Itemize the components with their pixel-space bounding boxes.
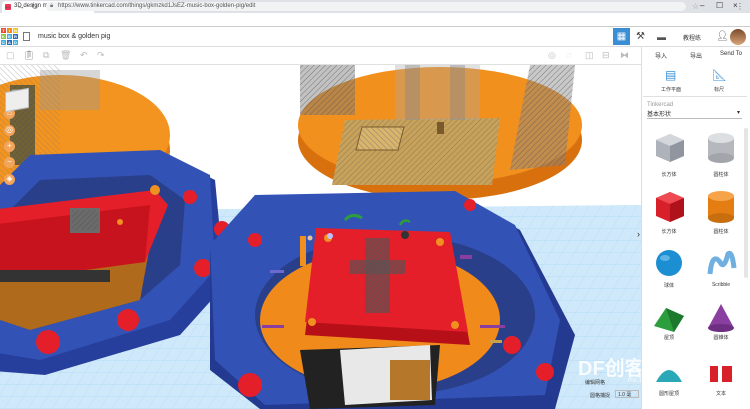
logo-letter: E <box>7 34 12 39</box>
logo-letter: N <box>13 28 18 33</box>
project-name[interactable]: music box & golden pig <box>38 33 110 40</box>
shape-sphere-blue-icon[interactable] <box>650 248 688 280</box>
new-shape-icon[interactable]: ▢ <box>6 50 15 61</box>
design-list-icon[interactable] <box>23 32 30 41</box>
zoom-out-icon[interactable]: − <box>4 157 15 168</box>
url-text: https://www.tinkercad.com/things/gkmzkd1… <box>58 3 256 9</box>
mirror-icon[interactable]: ⧓ <box>620 50 629 61</box>
grid-view-icon[interactable]: ▦ <box>613 28 630 45</box>
shape-cylinder-gray-icon[interactable] <box>702 132 740 166</box>
shape-text-icon[interactable] <box>702 358 740 388</box>
back-arrow-icon[interactable]: ← <box>4 2 12 11</box>
lock-icon: 🔒︎ <box>50 3 54 9</box>
shape-label: 长方体 <box>661 172 677 178</box>
shape-label: 长方体 <box>661 229 677 235</box>
import-button[interactable]: 导入 <box>655 51 667 60</box>
add-user-icon[interactable]: 👤︎ <box>716 31 729 42</box>
delete-icon[interactable]: 🗑︎ <box>60 50 71 61</box>
zoom-in-icon[interactable]: + <box>4 141 15 152</box>
ruler-label[interactable]: 标尺 <box>714 86 724 93</box>
category-group-label: Tinkercad <box>647 102 674 108</box>
forward-arrow-icon[interactable]: → <box>17 2 25 11</box>
scene-svg <box>0 65 641 409</box>
tinkercad-logo[interactable]: T I N K E R C A D <box>1 28 18 45</box>
fit-view-icon[interactable]: ◎ <box>4 125 15 136</box>
minimize-button[interactable]: – <box>700 1 704 10</box>
browser-menu-icon[interactable]: ⋮ <box>736 2 744 11</box>
shape-cone-purple-icon[interactable] <box>702 302 740 334</box>
shape-category-value: 基本形状 <box>647 112 672 118</box>
panel-divider <box>643 96 747 97</box>
shape-box-red-icon[interactable] <box>650 190 688 224</box>
logo-letter: D <box>13 40 18 45</box>
export-button[interactable]: 导出 <box>690 51 702 60</box>
logo-letter: K <box>1 34 6 39</box>
redo-icon[interactable]: ↷ <box>97 50 105 61</box>
workplane-label[interactable]: 工作平面 <box>661 86 681 93</box>
shape-roof-green-icon[interactable] <box>650 302 688 334</box>
collapse-panel-icon[interactable]: › <box>637 229 640 239</box>
build-hammer-icon[interactable]: ⚒ <box>636 31 645 42</box>
lid-right <box>298 65 582 200</box>
bulb-icon[interactable]: ◌ <box>566 50 571 60</box>
shape-scribble-icon[interactable] <box>702 248 740 280</box>
note-icon[interactable]: ◎ <box>548 50 556 61</box>
3d-workplane-viewport[interactable] <box>0 65 641 409</box>
shape-cylinder-orange-icon[interactable] <box>702 190 740 224</box>
shape-label: 屋顶 <box>663 335 674 341</box>
send-to-button[interactable]: Send To <box>720 51 742 57</box>
shape-category-select[interactable]: 基本形状 ▾ <box>647 109 742 119</box>
snap-grid-label: 圆格捕捉 <box>590 393 611 399</box>
view-cube[interactable] <box>5 87 29 113</box>
url-input[interactable]: 🔒︎ https://www.tinkercad.com/things/gkmz… <box>46 2 686 11</box>
maximize-button[interactable]: ☐ <box>716 1 723 10</box>
header-text[interactable]: 教程练 <box>683 33 701 42</box>
bookmark-star-icon[interactable]: ☆ <box>692 2 699 11</box>
shape-label: 文本 <box>715 391 726 397</box>
group-icon[interactable]: ◫ <box>585 50 594 61</box>
reload-icon[interactable]: ↻ <box>31 2 38 11</box>
shape-label: 球体 <box>663 283 674 289</box>
shape-dome-icon[interactable] <box>650 358 688 388</box>
duplicate-icon[interactable]: ⧉ <box>43 50 49 61</box>
shape-label: 圆形屋顶 <box>658 391 679 397</box>
chevron-down-icon: ▾ <box>736 110 740 116</box>
ortho-view-icon[interactable]: ◈ <box>4 174 15 185</box>
align-icon[interactable]: ⊟ <box>602 50 610 61</box>
address-bar-row <box>0 13 750 27</box>
undo-icon[interactable]: ↶ <box>80 50 88 61</box>
logo-letter: T <box>1 28 6 33</box>
shape-label: 圆柱体 <box>713 172 729 178</box>
shape-box-gray-icon[interactable] <box>650 132 688 162</box>
panel-scrollbar[interactable] <box>744 128 748 278</box>
shape-label: 圆柱体 <box>713 229 729 235</box>
logo-letter: I <box>7 28 12 33</box>
logo-letter: R <box>13 34 18 39</box>
logo-letter: A <box>7 40 12 45</box>
workplane-icon[interactable]: ▤ <box>665 68 676 82</box>
shape-label: Scribble <box>711 282 731 288</box>
edit-grid-label[interactable]: 编辑网格 <box>585 379 605 386</box>
snap-grid-select[interactable]: 1.0 毫 <box>615 390 639 398</box>
paste-icon[interactable]: 📋︎ <box>23 50 34 61</box>
logo-letter: C <box>1 40 6 45</box>
ruler-icon[interactable]: 📐︎ <box>712 68 727 82</box>
shape-label: 圆锥体 <box>713 335 729 341</box>
bricks-icon[interactable]: ▬ <box>657 32 666 42</box>
avatar[interactable] <box>730 29 746 45</box>
